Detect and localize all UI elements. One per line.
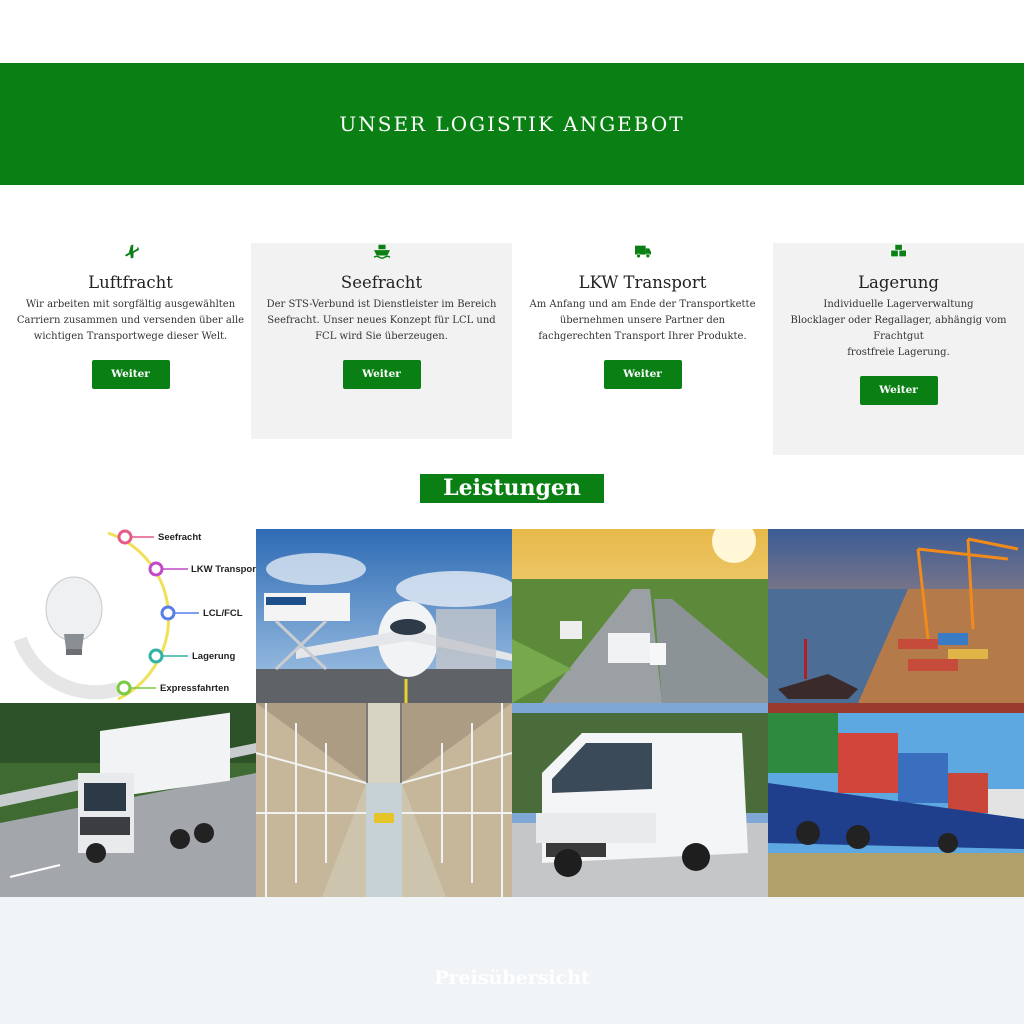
card-lkw-transport: LKW Transport Am Anfang und am Ende der … — [512, 243, 773, 455]
warehouse-photo[interactable] — [256, 703, 512, 897]
card-title: Luftfracht — [88, 273, 173, 292]
service-cards: Luftfracht Wir arbeiten mit sorgfältig a… — [0, 243, 1024, 455]
pricing-section: Preisübersicht — [0, 897, 1024, 1024]
ship-icon — [251, 243, 512, 261]
card-lagerung: Lagerung Individuelle Lagerverwaltung Blo… — [773, 243, 1024, 455]
lkw-weiter-button[interactable]: Weiter — [603, 360, 682, 389]
banner-title: UNSER LOGISTIK ANGEBOT — [339, 112, 685, 136]
lagerung-weiter-button[interactable]: Weiter — [859, 376, 938, 405]
hero-banner: UNSER LOGISTIK ANGEBOT — [0, 63, 1024, 185]
container-port-photo[interactable] — [768, 529, 1024, 703]
highway-truck-photo[interactable] — [512, 529, 768, 703]
volvo-truck-photo[interactable] — [0, 703, 256, 897]
truck-icon — [512, 243, 773, 261]
card-luftfracht: Luftfracht Wir arbeiten mit sorgfältig a… — [0, 243, 261, 455]
services-image-grid: Seefracht LKW Transport LCL/FCL Lagerung… — [0, 529, 1024, 897]
lightbulb-diagram[interactable]: Seefracht LKW Transport LCL/FCL Lagerung… — [0, 529, 256, 703]
card-text: Individuelle Lagerverwaltung Blocklager o… — [790, 299, 1007, 358]
card-text: Der STS-Verbund ist Dienstleister im Ber… — [266, 299, 497, 342]
card-title: LKW Transport — [578, 273, 707, 292]
diagram-label: Expressfahrten — [160, 683, 229, 694]
diagram-label: Lagerung — [192, 651, 235, 662]
card-text: Am Anfang und am Ende der Transportkette… — [529, 299, 756, 342]
container-train-photo[interactable] — [768, 703, 1024, 897]
card-text: Wir arbeiten mit sorgfältig ausgewählten… — [16, 299, 245, 342]
leistungen-heading: Leistungen — [420, 474, 604, 503]
diagram-label: LKW Transport — [191, 564, 256, 575]
airplane-photo[interactable] — [256, 529, 512, 703]
luftfracht-weiter-button[interactable]: Weiter — [91, 360, 170, 389]
card-title: Seefracht — [340, 273, 423, 292]
boxes-icon — [773, 243, 1024, 261]
seefracht-weiter-button[interactable]: Weiter — [342, 360, 421, 389]
card-seefracht: Seefracht Der STS-Verbund ist Dienstleis… — [251, 243, 512, 439]
diagram-label: Seefracht — [158, 532, 202, 543]
pricing-heading: Preisübersicht — [434, 967, 590, 989]
card-title: Lagerung — [858, 273, 939, 292]
white-van-photo[interactable] — [512, 703, 768, 897]
diagram-label: LCL/FCL — [203, 608, 243, 619]
airplane-icon — [0, 243, 261, 261]
